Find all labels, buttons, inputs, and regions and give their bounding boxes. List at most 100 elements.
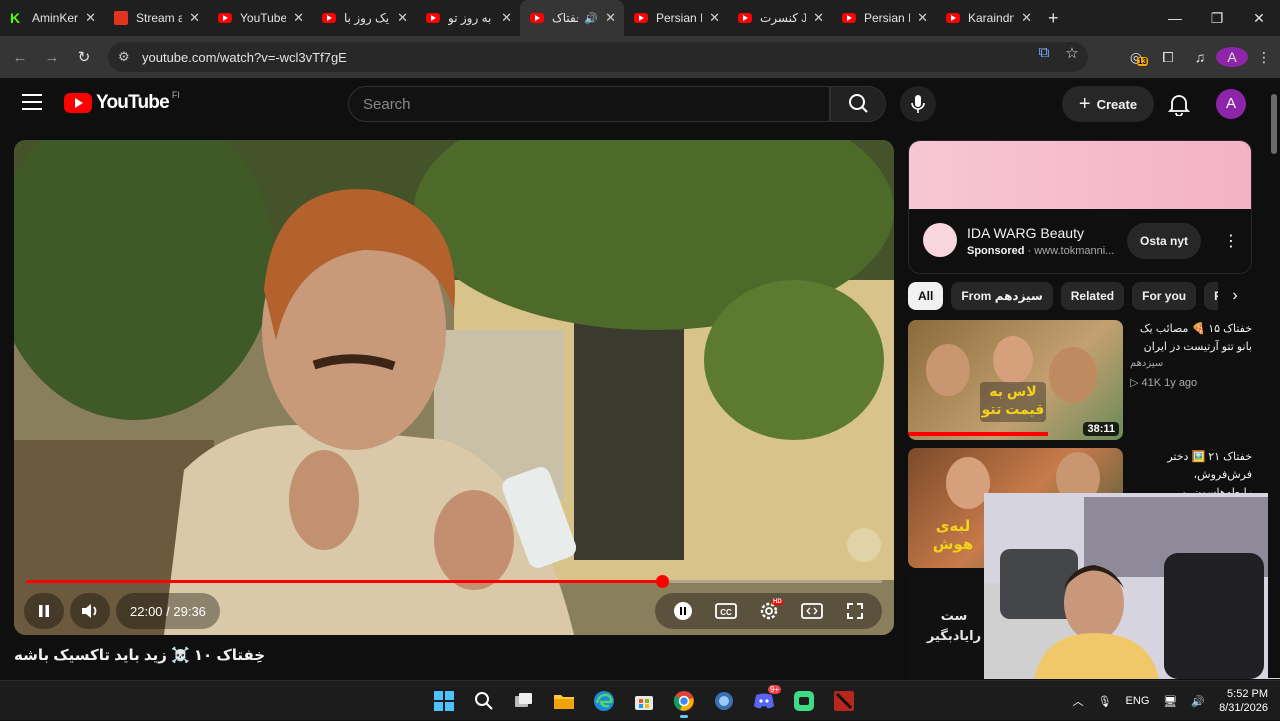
theater-mode-button[interactable] xyxy=(790,593,833,629)
youtube-icon xyxy=(634,13,648,23)
tab-8[interactable]: کنسرت J ✕ xyxy=(728,0,832,36)
close-tab-icon[interactable]: ✕ xyxy=(1021,10,1032,26)
more-options-icon[interactable]: ⋮ xyxy=(1223,231,1239,251)
sponsored-ad-card[interactable]: IDA WARG Beauty Sponsored · www.tokmanni… xyxy=(908,140,1252,274)
youtube-logo[interactable]: YouTube FI xyxy=(64,90,180,114)
maximize-icon[interactable]: ❐ xyxy=(1196,10,1238,27)
clock[interactable]: 5:52 PM 8/31/2026 xyxy=(1219,687,1268,715)
store-button[interactable] xyxy=(624,681,664,721)
close-tab-icon[interactable]: ✕ xyxy=(813,10,824,26)
subtitles-button[interactable]: CC xyxy=(704,593,747,629)
autoplay-toggle[interactable] xyxy=(661,593,704,629)
avatar[interactable]: A xyxy=(1216,89,1246,119)
new-tab-button[interactable]: + xyxy=(1048,8,1059,29)
tab-9[interactable]: Persian I ✕ xyxy=(832,0,936,36)
discord-badge: 9+ xyxy=(768,685,782,694)
close-window-icon[interactable]: ✕ xyxy=(1238,10,1280,27)
menu-dots-icon[interactable]: ⋮ xyxy=(1248,49,1280,66)
file-explorer-button[interactable] xyxy=(544,681,584,721)
discord-icon xyxy=(754,693,774,709)
time-display: 22:00 / 29:36 xyxy=(116,593,220,629)
voice-search-button[interactable] xyxy=(900,86,936,122)
extension-icon[interactable]: ◎ 13 xyxy=(1120,49,1152,66)
ad-brand-name[interactable]: IDA WARG Beauty xyxy=(967,225,1084,241)
search-button[interactable] xyxy=(830,86,886,122)
tab-2[interactable]: Stream a ✕ xyxy=(104,0,208,36)
ad-cta-button[interactable]: Osta nyt xyxy=(1127,223,1201,259)
tab-6-active[interactable]: خفتاک🔊✕ xyxy=(520,0,624,36)
list-item[interactable]: لاس به قیمت تتو 38:11 خفتاک ۱۵ 🍕 مصائب ی… xyxy=(908,320,1252,440)
menu-hamburger-icon[interactable] xyxy=(22,94,42,115)
chip-all[interactable]: All xyxy=(908,282,944,310)
forward-icon[interactable]: → xyxy=(36,49,68,66)
video-thumbnail[interactable]: لاس به قیمت تتو 38:11 xyxy=(908,320,1123,440)
android-app-icon xyxy=(794,691,814,711)
minimize-icon[interactable]: — xyxy=(1154,10,1196,26)
close-tab-icon[interactable]: ✕ xyxy=(397,10,408,26)
close-tab-icon[interactable]: ✕ xyxy=(709,10,720,26)
youtube-icon xyxy=(842,13,856,23)
speaker-icon[interactable]: 🔊 xyxy=(584,12,598,25)
video-title[interactable]: خفتاک ۱۵ 🍕 مصائب یک بانو تتو آرتیست در ا… xyxy=(1130,320,1252,356)
video-player[interactable]: 22:00 / 29:36 CC HD xyxy=(14,140,894,635)
microphone-icon[interactable]: 🎙 xyxy=(1098,695,1112,708)
page-scrollbar[interactable] xyxy=(1268,78,1280,678)
volume-icon[interactable]: 🔊 xyxy=(1191,695,1205,708)
url-field[interactable]: ⚙ youtube.com/watch?v=-wcl3vTf7gE xyxy=(108,42,1088,72)
tab-5[interactable]: به روز تو ✕ xyxy=(416,0,520,36)
close-tab-icon[interactable]: ✕ xyxy=(605,10,616,26)
network-icon[interactable]: 🖥 xyxy=(1163,695,1177,708)
profile-button[interactable]: A xyxy=(1216,47,1248,67)
site-info-icon[interactable]: ⚙ xyxy=(118,49,130,65)
chevron-up-icon[interactable]: ︿ xyxy=(1073,693,1084,709)
edge-browser-button[interactable] xyxy=(584,681,624,721)
task-view-icon xyxy=(515,693,532,707)
pause-button[interactable] xyxy=(24,593,64,629)
settings-button[interactable]: HD xyxy=(747,593,790,629)
tab-7[interactable]: Persian I ✕ xyxy=(624,0,728,36)
extensions-puzzle-icon[interactable]: ⧠ xyxy=(1152,49,1184,66)
progress-bar[interactable] xyxy=(26,575,882,588)
close-tab-icon[interactable]: ✕ xyxy=(501,10,512,26)
language-indicator[interactable]: ENG xyxy=(1126,695,1150,707)
channel-name[interactable]: سیزدهم xyxy=(1130,358,1163,369)
close-tab-icon[interactable]: ✕ xyxy=(917,10,928,26)
recommendation-filter-chips: All From سیزدهم Related For you R xyxy=(908,282,1252,312)
close-tab-icon[interactable]: ✕ xyxy=(293,10,304,26)
bookmark-star-icon[interactable]: ☆ xyxy=(1058,44,1086,62)
discord-button[interactable]: 9+ xyxy=(744,681,784,721)
volume-button[interactable] xyxy=(70,593,110,629)
task-view-button[interactable] xyxy=(504,681,544,721)
chip-for-you[interactable]: For you xyxy=(1132,282,1197,310)
back-icon[interactable]: ← xyxy=(4,49,36,66)
tab-10[interactable]: Karaindn ✕ xyxy=(936,0,1040,36)
install-app-icon[interactable]: ⧉ xyxy=(1030,44,1058,62)
media-control-icon[interactable]: ♫ xyxy=(1184,49,1216,65)
chevron-right-icon[interactable]: › xyxy=(1218,282,1252,310)
ad-banner-image[interactable] xyxy=(909,141,1251,209)
thumbnail-text: لاس به قیمت تتو xyxy=(981,383,1045,417)
player-controls-left: 22:00 / 29:36 xyxy=(24,593,220,629)
app-button[interactable] xyxy=(704,681,744,721)
kick-icon: K xyxy=(10,10,21,26)
reload-icon[interactable]: ↻ xyxy=(68,48,100,66)
chip-related[interactable]: Related xyxy=(1060,282,1125,310)
start-button[interactable] xyxy=(424,681,464,721)
tab-3[interactable]: YouTube ✕ xyxy=(208,0,312,36)
tab-4[interactable]: یک روز با ✕ xyxy=(312,0,416,36)
close-tab-icon[interactable]: ✕ xyxy=(189,10,200,26)
chip-from-channel[interactable]: From سیزدهم xyxy=(951,282,1053,310)
dota-button[interactable] xyxy=(824,681,864,721)
search-input[interactable]: Search xyxy=(348,86,830,122)
create-button[interactable]: + Create xyxy=(1062,86,1154,122)
android-app-button[interactable] xyxy=(784,681,824,721)
notifications-bell-icon[interactable] xyxy=(1166,92,1192,116)
search-taskbar-button[interactable] xyxy=(464,681,504,721)
webcam-overlay xyxy=(984,493,1280,679)
youtube-icon xyxy=(738,13,752,23)
tab-1[interactable]: K AminKer ✕ xyxy=(0,0,104,36)
scrubber-handle[interactable] xyxy=(656,575,669,588)
chrome-button[interactable] xyxy=(664,681,704,721)
fullscreen-button[interactable] xyxy=(833,593,876,629)
close-tab-icon[interactable]: ✕ xyxy=(85,10,96,26)
